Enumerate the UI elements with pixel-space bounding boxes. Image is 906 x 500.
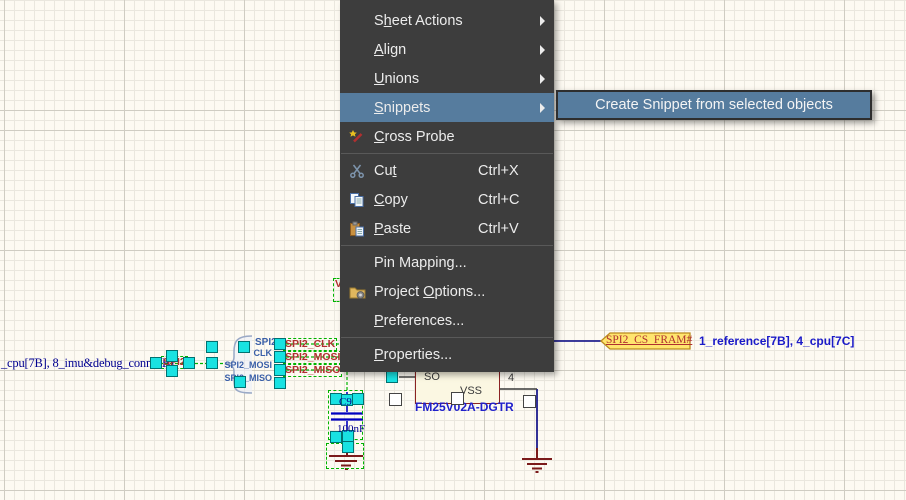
submenu-item-create-snippet[interactable]: Create Snippet from selected objects <box>556 90 872 120</box>
menu-separator <box>341 337 553 338</box>
vertex-handle[interactable] <box>451 392 464 405</box>
selection-handle[interactable] <box>150 357 162 369</box>
menu-item-copy[interactable]: Copy Ctrl+C <box>340 185 554 214</box>
menu-item-pin-mapping[interactable]: Pin Mapping... <box>340 248 554 277</box>
net-label-spi2-mosi[interactable]: SPI2_MOSI <box>283 351 342 364</box>
submenu-arrow-icon <box>540 45 545 55</box>
selection-handle[interactable] <box>206 341 218 353</box>
selection-handle[interactable] <box>183 357 195 369</box>
menu-item-properties[interactable]: Properties... <box>340 340 554 369</box>
menu-item-project-options[interactable]: Project Options... <box>340 277 554 306</box>
shortcut-label: Ctrl+X <box>478 163 519 179</box>
menu-separator <box>341 245 553 246</box>
shortcut-label: Ctrl+C <box>478 192 520 208</box>
selection-handle[interactable] <box>342 441 354 453</box>
port-sheet-refs: 1_reference[7B], 4_cpu[7C] <box>699 334 854 348</box>
cut-icon <box>340 163 374 179</box>
submenu-arrow-icon <box>540 16 545 26</box>
net-label-spi2-clk[interactable]: SPI2_CLK <box>283 338 337 351</box>
menu-item-preferences[interactable]: Preferences... <box>340 306 554 335</box>
vertex-handle[interactable] <box>523 395 536 408</box>
chip-part-number: FM25V02A-DGTR <box>415 400 514 414</box>
menu-separator <box>341 153 553 154</box>
selection-handle[interactable] <box>274 351 286 363</box>
menu-item-snippets[interactable]: Snippets <box>340 93 554 122</box>
cross-probe-icon <box>340 129 374 145</box>
menu-item-paste[interactable]: Paste Ctrl+V <box>340 214 554 243</box>
submenu-arrow-icon <box>540 74 545 84</box>
port-name[interactable]: SPI2_CS_FRAM# <box>606 334 688 346</box>
ground-symbol-right[interactable] <box>522 448 552 472</box>
project-options-icon <box>340 284 374 300</box>
selection-handle[interactable] <box>166 350 178 362</box>
menu-item-align[interactable]: Align <box>340 35 554 64</box>
selection-handle[interactable] <box>238 341 250 353</box>
selection-handle[interactable] <box>352 393 364 405</box>
vertex-handle[interactable] <box>389 393 402 406</box>
copy-icon <box>340 192 374 208</box>
sheet-entry-refs-left: _cpu[7B], 8_imu&debug_conn[1B] <box>1 356 174 371</box>
selection-handle[interactable] <box>274 338 286 350</box>
selection-handle[interactable] <box>166 365 178 377</box>
submenu-arrow-icon <box>540 103 545 113</box>
menu-item-unions[interactable]: Unions <box>340 64 554 93</box>
menu-item-cut[interactable]: Cut Ctrl+X <box>340 156 554 185</box>
selection-handle[interactable] <box>386 371 398 383</box>
paste-icon <box>340 221 374 237</box>
capacitor-value[interactable]: 100nF <box>337 423 365 435</box>
harness-entry-mosi[interactable]: SPI2_MOSI <box>212 360 272 370</box>
menu-item-sheet-actions[interactable]: Sheet Actions <box>340 6 554 35</box>
selection-handle[interactable] <box>206 357 218 369</box>
context-menu: Sheet Actions Align Unions Snippets Cros… <box>340 0 554 372</box>
shortcut-label: Ctrl+V <box>478 221 519 237</box>
chip-pin-so: SO <box>424 371 440 383</box>
selection-handle[interactable] <box>234 376 246 388</box>
selection-handle[interactable] <box>274 377 286 389</box>
menu-item-cross-probe[interactable]: Cross Probe <box>340 122 554 151</box>
capacitor-designator[interactable]: C9 <box>339 396 352 408</box>
chip-pin-number: 4 <box>508 372 514 384</box>
net-label-spi2-miso[interactable]: SPI2_MISO <box>283 364 342 377</box>
selection-handle[interactable] <box>274 364 286 376</box>
